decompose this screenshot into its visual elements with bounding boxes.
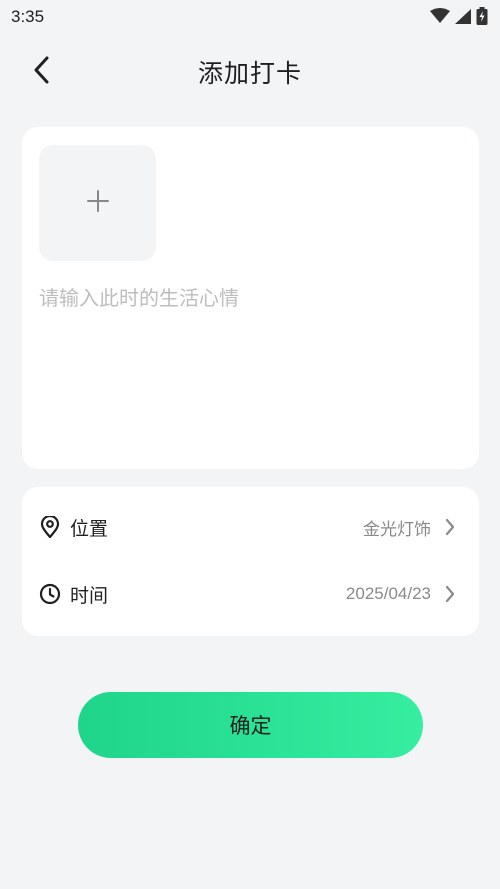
confirm-button[interactable]: 确定 <box>78 692 423 758</box>
location-pin-icon <box>39 516 61 538</box>
plus-icon <box>86 190 109 216</box>
time-label: 时间 <box>70 584 109 607</box>
time-row[interactable]: 时间 2025/04/23 <box>22 566 479 622</box>
note-card <box>22 127 479 469</box>
battery-icon <box>476 7 488 25</box>
status-icons <box>430 7 488 25</box>
wifi-icon <box>430 8 450 24</box>
chevron-right-icon <box>443 584 457 604</box>
status-bar: 3:35 <box>0 0 500 34</box>
time-value: 2025/04/23 <box>345 584 431 603</box>
info-card: 位置 金光灯饰 时间 2025/04/23 <box>22 487 479 636</box>
add-photo-button[interactable] <box>39 145 156 261</box>
location-label: 位置 <box>70 517 109 540</box>
mood-text-input[interactable] <box>39 282 459 452</box>
status-time: 3:35 <box>11 7 45 26</box>
location-value: 金光灯饰 <box>363 519 431 539</box>
chevron-right-icon <box>443 517 457 537</box>
location-row[interactable]: 位置 金光灯饰 <box>22 499 479 555</box>
clock-icon <box>39 583 61 605</box>
signal-icon <box>454 8 472 24</box>
nav-bar: 添加打卡 <box>0 40 500 102</box>
page-title: 添加打卡 <box>197 59 302 88</box>
